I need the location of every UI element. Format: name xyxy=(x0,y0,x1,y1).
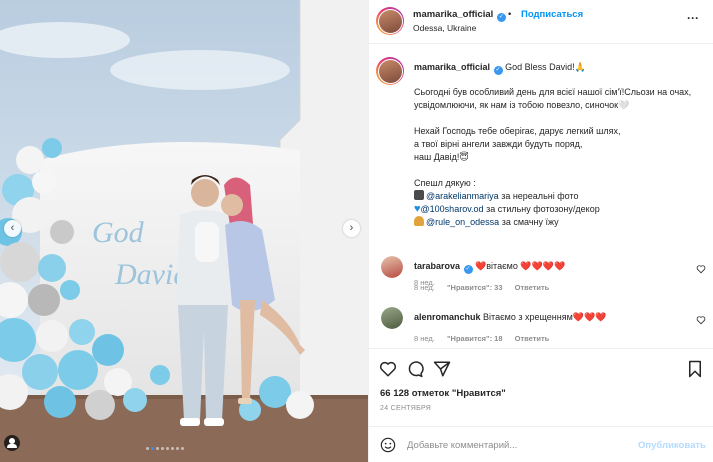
comment-meta: 8 нед. "Нравится": 33 Ответить xyxy=(414,283,559,292)
share-send-icon[interactable] xyxy=(433,360,451,378)
header-separator: • xyxy=(508,9,512,20)
caption-first-line: God Bless David!🙏 xyxy=(505,62,586,72)
caption-body: mamarika_official ✓ God Bless David!🙏 Сь… xyxy=(414,61,704,229)
comment-meta: 8 нед. "Нравится": 18 Ответить xyxy=(414,334,559,343)
mention-link[interactable]: @100sharov.od xyxy=(421,204,484,214)
caption-p2-line1: Нехай Господь тебе оберігає, дарує легки… xyxy=(414,126,621,136)
bookmark-icon[interactable] xyxy=(686,360,704,378)
comment-input[interactable] xyxy=(407,436,627,454)
comment-time[interactable]: 8 нед. xyxy=(414,334,435,343)
comment-bubble-icon[interactable] xyxy=(406,360,424,378)
post-actions-bar xyxy=(369,348,713,386)
like-heart-icon[interactable] xyxy=(379,360,397,378)
thanks-line: ♥@100sharov.od за стильну фотозону/декор xyxy=(414,203,704,216)
comment-likes[interactable]: "Нравится": 33 xyxy=(447,283,503,292)
thanks-line: @arakelianmariya за нереальні фото xyxy=(414,190,704,203)
carousel-dot xyxy=(176,447,179,450)
comment-avatar[interactable] xyxy=(381,307,403,329)
tagged-users-icon[interactable] xyxy=(4,435,20,451)
comment-likes[interactable]: "Нравится": 18 xyxy=(447,334,503,343)
carousel-dot xyxy=(156,447,159,450)
comment-reply-button[interactable]: Ответить xyxy=(515,334,550,343)
carousel-dot-active xyxy=(151,447,154,450)
verified-badge-icon: ✓ xyxy=(463,265,473,274)
burger-emoji-icon xyxy=(414,216,424,226)
caption-thanks: Спешл дякую : @arakelianmariya за нереал… xyxy=(414,177,704,229)
comment-avatar[interactable] xyxy=(381,256,403,278)
thanks-title: Спешл дякую : xyxy=(414,178,476,188)
comment-text: ❤️вітаємо ❤️❤️❤️❤️ xyxy=(475,261,566,271)
comment-reply-button[interactable]: Ответить xyxy=(515,283,550,292)
comment-username[interactable]: tarabarova xyxy=(414,261,460,271)
carousel-next-button[interactable]: › xyxy=(343,220,360,237)
carousel-dot xyxy=(146,447,149,450)
backdrop-text-1: God xyxy=(92,216,145,249)
verified-badge-icon: ✓ xyxy=(493,66,503,75)
author-username[interactable]: mamarika_official xyxy=(413,9,493,20)
add-comment-bar: Опубликовать xyxy=(369,426,713,462)
thanks-text: за смачну їжу xyxy=(501,217,559,227)
mention-link[interactable]: @arakelianmariya xyxy=(426,191,499,201)
comment-time[interactable]: 8 нед. xyxy=(414,283,435,292)
post-photo[interactable]: God David ‹ › xyxy=(0,0,368,462)
photo-illustration: God David xyxy=(0,0,368,462)
caption-avatar[interactable] xyxy=(376,57,404,85)
author-avatar[interactable] xyxy=(376,7,404,35)
thanks-line: @rule_on_odessa за смачну їжу xyxy=(414,216,704,229)
comment-username[interactable]: alenromanchuk xyxy=(414,312,481,322)
camera-emoji-icon xyxy=(414,190,424,200)
post-header: mamarika_official ✓ • Подписаться Odessa… xyxy=(369,0,713,44)
comment-text: Вітаємо з хрещенням❤️❤️❤️ xyxy=(483,312,607,322)
mention-link[interactable]: @rule_on_odessa xyxy=(426,217,499,227)
post-date[interactable]: 24 СЕНТЯБРЯ xyxy=(380,405,431,412)
heart-outline-icon[interactable] xyxy=(696,315,706,325)
likes-count[interactable]: 66 128 отметок "Нравится" xyxy=(380,388,506,399)
caption-paragraph-2: Нехай Господь тебе оберігає, дарує легки… xyxy=(414,125,704,164)
carousel-indicator xyxy=(146,447,184,450)
carousel-prev-button[interactable]: ‹ xyxy=(4,220,21,237)
author-username-row: mamarika_official ✓ xyxy=(413,9,506,22)
emoji-smile-icon[interactable] xyxy=(380,437,396,453)
heart-outline-icon[interactable] xyxy=(696,264,706,274)
publish-comment-button[interactable]: Опубликовать xyxy=(638,440,706,451)
more-options-icon[interactable]: ··· xyxy=(687,11,699,25)
post-side-panel: mamarika_official ✓ • Подписаться Odessa… xyxy=(368,0,713,462)
carousel-dot xyxy=(181,447,184,450)
comment-text-row: alenromanchuk Вітаємо з хрещенням❤️❤️❤️ xyxy=(414,312,606,323)
thanks-text: за нереальні фото xyxy=(501,191,579,201)
follow-button[interactable]: Подписаться xyxy=(521,9,583,20)
thanks-text: за стильну фотозону/декор xyxy=(486,204,600,214)
instagram-post-modal: God David ‹ › mamarika_official ✓ • Подп… xyxy=(0,0,713,462)
carousel-dot xyxy=(171,447,174,450)
verified-badge-icon: ✓ xyxy=(496,13,506,22)
caption-username[interactable]: mamarika_official xyxy=(414,62,490,72)
carousel-dot xyxy=(166,447,169,450)
caption-p2-line2: а твої вірні ангели завжди будуть поряд, xyxy=(414,139,583,149)
caption-p2-line3: наш Давід!😇 xyxy=(414,152,469,162)
carousel-dot xyxy=(161,447,164,450)
comment-text-row: tarabarova ✓ ❤️вітаємо ❤️❤️❤️❤️ xyxy=(414,261,565,274)
caption-paragraph-1: Сьогодні був особливий день для всієї на… xyxy=(414,87,692,110)
post-location[interactable]: Odessa, Ukraine xyxy=(413,23,476,33)
